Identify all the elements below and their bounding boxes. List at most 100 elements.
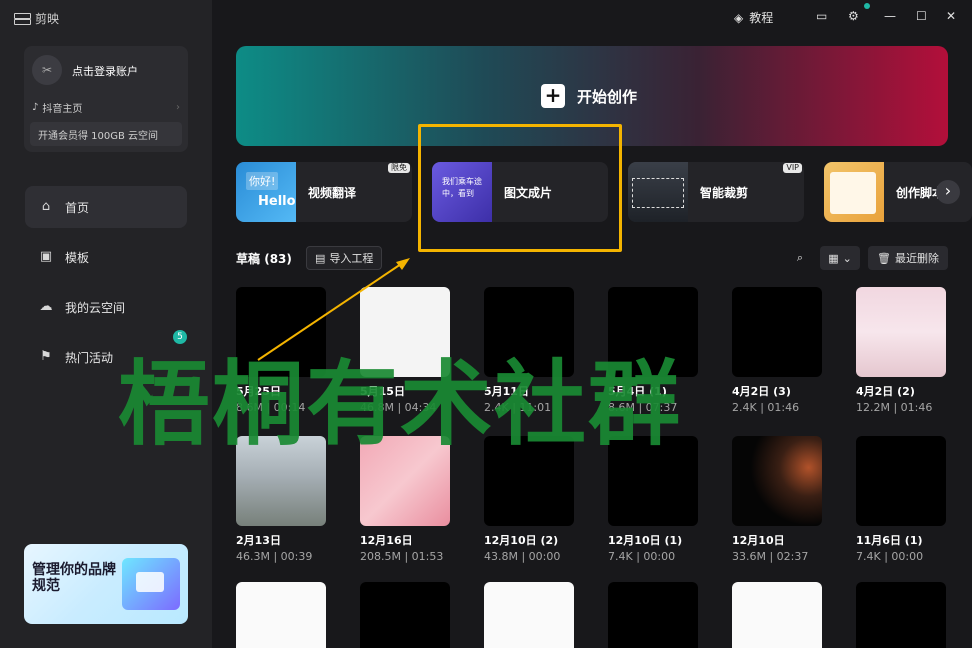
draft-card[interactable] [484,582,574,648]
brand-promo-banner[interactable]: 管理你的品牌规范 [24,544,188,624]
draft-meta: 33.6M | 02:37 [732,550,809,563]
promo-illustration [122,558,180,610]
close-button[interactable]: ✕ [946,9,956,23]
thumb-text: Hello [258,194,296,209]
import-icon: ▤ [315,251,326,265]
tool-label: 智能裁剪 [700,186,749,200]
script-doc-icon [830,172,876,214]
plus-icon: + [541,84,565,108]
crop-frame-icon [632,178,684,208]
video-translate-thumbnail: 你好! Hello [236,162,296,222]
draft-thumbnail [732,582,822,648]
recent-delete-label: 最近删除 [894,252,939,265]
sidebar-item-cloud[interactable]: ☁ 我的云空间 [25,286,187,328]
draft-thumbnail [236,582,326,648]
drafts-title: 草稿 (83) [236,250,292,267]
draft-meta: 46.3M | 00:39 [236,550,313,563]
search-button[interactable]: ⌕ [788,246,812,270]
tutorial-label: 教程 [749,11,774,25]
import-project-button[interactable]: ▤ 导入工程 [306,246,383,270]
draft-card[interactable] [732,582,822,648]
tool-smart-crop[interactable]: 智能裁剪 VIP [628,162,804,222]
minimize-button[interactable]: — [884,9,896,23]
draft-thumbnail [608,582,698,648]
tutorial-button[interactable]: ◈ 教程 [734,9,773,26]
douyin-label: 抖音主页 [42,104,83,115]
free-tag: 限免 [388,163,410,173]
draft-card[interactable]: 4月2日 (2) 12.2M | 01:46 [856,287,946,414]
draft-thumbnail [732,287,822,377]
draft-thumbnail [856,436,946,526]
cloud-icon: ☁ [39,299,53,314]
draft-card[interactable]: 12月10日 33.6M | 02:37 [732,436,822,563]
draft-thumbnail [732,436,822,526]
draft-meta: 43.8M | 00:00 [484,550,561,563]
start-creation-label: 开始创作 [577,87,638,106]
draft-name: 12月10日 (1) [608,534,683,547]
draft-thumbnail [856,582,946,648]
sidebar-item-label: 我的云空间 [65,300,126,315]
smart-crop-thumbnail [628,162,688,222]
drafts-count: (83) [264,252,292,266]
draft-card[interactable]: 4月2日 (3) 2.4K | 01:46 [732,287,822,414]
draft-name: 4月2日 (3) [732,385,791,398]
draft-name: 12月16日 [360,534,413,547]
feedback-button[interactable]: ▭ [816,9,827,23]
app-name: 剪映 [35,12,60,26]
maximize-icon: ☐ [916,9,927,23]
draft-name: 12月10日 [732,534,785,547]
sidebar-item-home[interactable]: ⌂ 首页 [25,186,187,228]
avatar[interactable]: ✂ [32,55,62,85]
douyin-homepage-link[interactable]: ♪ 抖音主页 › [32,100,180,115]
login-link[interactable]: 点击登录账户 [72,63,138,79]
draft-name: 11月6日 (1) [856,534,923,547]
draft-meta: 7.4K | 00:00 [608,550,676,563]
recent-delete-button[interactable]: 🗑 最近删除 [868,246,948,270]
draft-name: 12月10日 (2) [484,534,559,547]
draft-card[interactable] [856,582,946,648]
maximize-button[interactable]: ☐ [916,9,927,23]
settings-button[interactable]: ⚙ [848,9,859,23]
tool-label: 视频翻译 [308,186,357,200]
highlight-box [418,124,622,252]
scroll-right-button[interactable]: › [936,180,960,204]
draft-card[interactable] [360,582,450,648]
minimize-icon: — [884,9,896,23]
script-thumbnail [824,162,884,222]
start-creation: + 开始创作 [541,84,637,108]
chevron-down-icon: ⌄ [842,251,852,265]
gear-icon: ⚙ [848,9,859,23]
sidebar-item-label: 模板 [65,250,90,265]
graduation-cap-icon: ◈ [734,10,744,25]
vip-tag: VIP [783,163,802,173]
template-icon: ▣ [39,249,53,264]
promo-text: 管理你的品牌规范 [32,562,116,594]
draft-thumbnail [360,582,450,648]
thumb-text: 你好! [246,172,279,190]
search-icon: ⌕ [796,251,804,264]
flag-icon: ⚑ [40,349,52,364]
chevron-right-icon: › [944,181,952,200]
view-toggle-button[interactable]: ▦ ⌄ [820,246,860,270]
tool-video-translate[interactable]: 你好! Hello 视频翻译 限免 [236,162,412,222]
update-dot [864,3,870,9]
draft-name: 2月13日 [236,534,281,547]
title-bar: ◈ 教程 ▭ ⚙ — ☐ ✕ [212,0,972,36]
home-icon: ⌂ [41,199,51,214]
draft-meta: 2.4K | 01:46 [732,401,800,414]
sidebar-item-templates[interactable]: ▣ 模板 [25,236,187,278]
draft-meta: 12.2M | 01:46 [856,401,933,414]
account-panel[interactable]: ✂ 点击登录账户 ♪ 抖音主页 › 开通会员得 100GB 云空间 [24,46,188,152]
draft-card[interactable] [608,582,698,648]
drafts-label: 草稿 [236,252,261,266]
draft-card[interactable] [236,582,326,648]
draft-card[interactable]: 11月6日 (1) 7.4K | 00:00 [856,436,946,563]
membership-button[interactable]: 开通会员得 100GB 云空间 [30,122,182,146]
sidebar: 剪映 ✂ 点击登录账户 ♪ 抖音主页 › 开通会员得 100GB 云空间 ⌂ 首… [0,0,212,648]
grid-view-icon: ▦ [828,251,839,265]
draft-meta: 7.4K | 00:00 [856,550,924,563]
arrowhead-icon [396,258,410,270]
capcut-logo-icon [14,12,31,25]
draft-name: 4月2日 (2) [856,385,915,398]
app-logo: 剪映 [14,10,59,27]
